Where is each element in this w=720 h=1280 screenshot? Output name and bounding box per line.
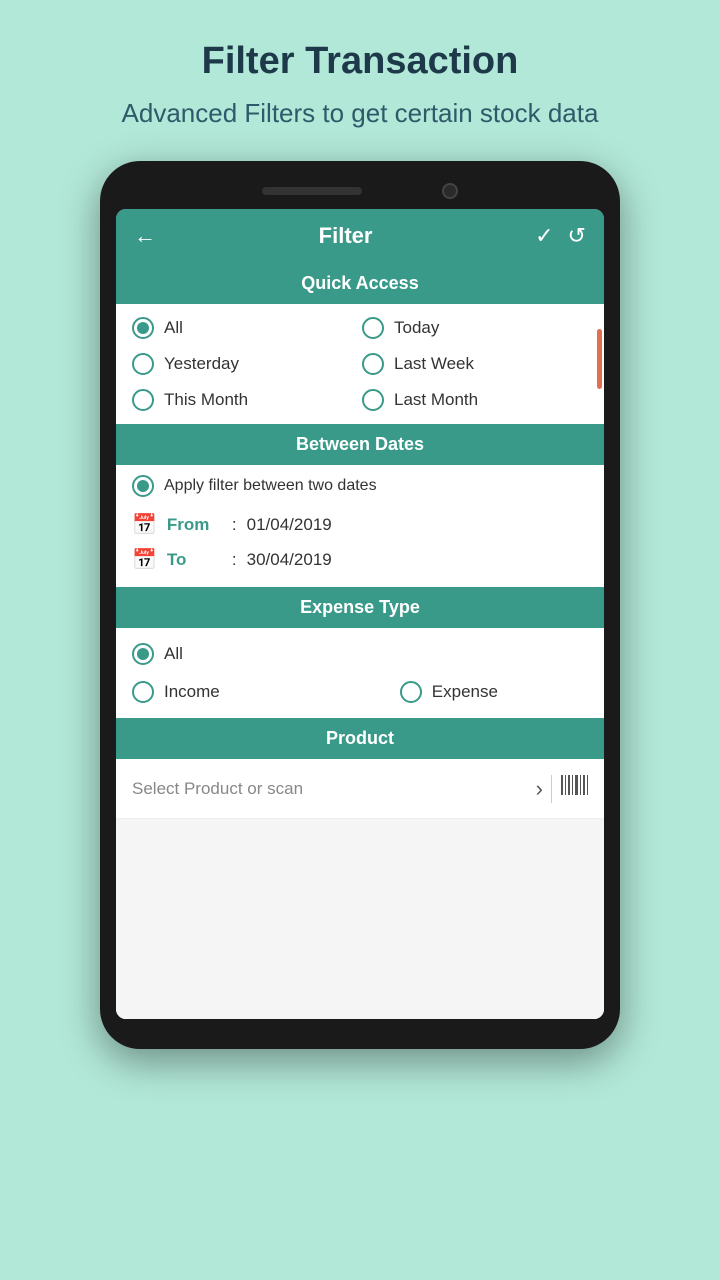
- from-date-row[interactable]: 📅 From : 01/04/2019: [132, 507, 588, 542]
- quick-access-header: Quick Access: [116, 263, 604, 304]
- calendar-to-icon: 📅: [132, 547, 157, 572]
- radio-yesterday-label: Yesterday: [164, 354, 239, 374]
- radio-yesterday-circle[interactable]: [132, 353, 154, 375]
- quick-access-options: All Today Yesterday Last Week: [116, 304, 604, 424]
- radio-all-label: All: [164, 318, 183, 338]
- expense-type-header: Expense Type: [116, 587, 604, 628]
- phone-speaker: [262, 187, 362, 195]
- header-icons: ✓ ↺: [535, 223, 586, 249]
- barcode-icon[interactable]: [560, 773, 588, 804]
- radio-last-month-circle[interactable]: [362, 389, 384, 411]
- apply-filter-row[interactable]: Apply filter between two dates: [132, 475, 588, 507]
- radio-this-month-label: This Month: [164, 390, 248, 410]
- between-dates-header: Between Dates: [116, 424, 604, 465]
- income-label: Income: [164, 682, 220, 702]
- radio-today-circle[interactable]: [362, 317, 384, 339]
- to-date-value: 30/04/2019: [247, 550, 332, 570]
- from-separator: :: [232, 515, 237, 535]
- phone-screen: ← Filter ✓ ↺ Quick Access All: [116, 209, 604, 1019]
- product-row[interactable]: Select Product or scan ›: [116, 759, 604, 819]
- expense-all-label: All: [164, 644, 183, 664]
- radio-last-month[interactable]: Last Month: [362, 384, 588, 416]
- screen-content: Quick Access All Today Yesterday: [116, 263, 604, 1019]
- header-title: Filter: [319, 223, 373, 249]
- app-header: ← Filter ✓ ↺: [116, 209, 604, 263]
- product-arrow-icon[interactable]: ›: [536, 776, 543, 802]
- radio-last-week-circle[interactable]: [362, 353, 384, 375]
- radio-today[interactable]: Today: [362, 312, 588, 344]
- expense-radio[interactable]: Expense: [400, 676, 498, 708]
- page-subtitle: Advanced Filters to get certain stock da…: [122, 95, 599, 131]
- radio-last-month-label: Last Month: [394, 390, 478, 410]
- reset-button[interactable]: ↺: [568, 223, 586, 249]
- page-header: Filter Transaction Advanced Filters to g…: [62, 0, 659, 151]
- phone-top-bar: [116, 179, 604, 209]
- expense-all-circle[interactable]: [132, 643, 154, 665]
- confirm-button[interactable]: ✓: [535, 223, 553, 249]
- scroll-hint: [597, 329, 602, 389]
- product-header: Product: [116, 718, 604, 759]
- radio-this-month-circle[interactable]: [132, 389, 154, 411]
- from-label: From: [167, 515, 222, 535]
- from-date-value: 01/04/2019: [247, 515, 332, 535]
- income-circle[interactable]: [132, 681, 154, 703]
- calendar-from-icon: 📅: [132, 512, 157, 537]
- expense-label: Expense: [432, 682, 498, 702]
- screen-wrapper: ← Filter ✓ ↺ Quick Access All: [116, 209, 604, 1019]
- apply-filter-label: Apply filter between two dates: [164, 477, 377, 495]
- expense-circle[interactable]: [400, 681, 422, 703]
- product-placeholder: Select Product or scan: [132, 779, 303, 799]
- to-separator: :: [232, 550, 237, 570]
- radio-all-circle[interactable]: [132, 317, 154, 339]
- to-label: To: [167, 550, 222, 570]
- expense-all-radio[interactable]: All: [132, 638, 588, 670]
- radio-last-week-label: Last Week: [394, 354, 474, 374]
- phone-camera: [442, 183, 458, 199]
- phone-shell: ← Filter ✓ ↺ Quick Access All: [100, 161, 620, 1049]
- radio-this-month[interactable]: This Month: [132, 384, 358, 416]
- expense-type-body: All Income Expense: [116, 628, 604, 718]
- apply-filter-radio[interactable]: [132, 475, 154, 497]
- product-divider: [551, 775, 552, 803]
- to-date-row[interactable]: 📅 To : 30/04/2019: [132, 542, 588, 577]
- page-title: Filter Transaction: [122, 40, 599, 83]
- product-actions: ›: [536, 773, 588, 804]
- back-button[interactable]: ←: [134, 223, 156, 249]
- radio-today-label: Today: [394, 318, 439, 338]
- between-dates-body: Apply filter between two dates 📅 From : …: [116, 465, 604, 587]
- radio-yesterday[interactable]: Yesterday: [132, 348, 358, 380]
- radio-all[interactable]: All: [132, 312, 358, 344]
- bottom-area: [116, 819, 604, 1019]
- income-radio[interactable]: Income: [132, 676, 220, 708]
- radio-last-week[interactable]: Last Week: [362, 348, 588, 380]
